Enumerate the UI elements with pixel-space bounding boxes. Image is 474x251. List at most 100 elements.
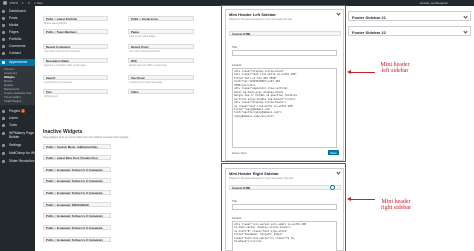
widget-description: A list of your site's Pages.	[129, 35, 157, 38]
widget-rss[interactable]: RSS	[128, 58, 194, 63]
footer-sidebar-21-panel[interactable]: Footer Sidebar 21	[348, 11, 471, 21]
menu-label: Appearance	[9, 60, 28, 64]
new-content-link[interactable]: + New	[34, 1, 43, 5]
widget-recent-posts[interactable]: Recent Posts	[128, 44, 194, 49]
widget-description: Your site's most recent Posts.	[129, 50, 161, 53]
menu-label: Contact	[9, 51, 21, 55]
menu-label: Settings	[9, 143, 22, 147]
menu-comments[interactable]: Comments	[0, 43, 35, 49]
annotation-arrow-head	[347, 197, 351, 201]
menu-settings[interactable]: Settings	[0, 142, 35, 148]
menu-plugins[interactable]: Plugins 1	[0, 108, 35, 114]
mail-icon	[2, 51, 5, 55]
menu-wpbakery[interactable]: WPBakery Page Builder	[0, 130, 35, 140]
inactive-widget[interactable]: PoRo :: Instagram: Follow Us @ Instagram	[43, 190, 111, 195]
pin-icon	[2, 16, 5, 20]
menu-contact[interactable]: Contact	[0, 50, 35, 56]
menu-label: Comments	[9, 44, 26, 48]
annotation-right-sidebar: Mini header right sidebar	[380, 199, 412, 211]
media-icon	[2, 23, 5, 27]
widget-description: Your site's most recent comments.	[44, 50, 81, 53]
menu-label: Pages	[9, 30, 19, 34]
menu-label: Media	[9, 23, 19, 27]
menu-label: Dashboard	[9, 9, 26, 13]
widget-video[interactable]: Video	[128, 89, 194, 94]
inactive-widget[interactable]: PoRo :: Instagram: Follow Us @ Instagram	[43, 213, 111, 218]
tools-icon	[2, 123, 5, 127]
annotation-arrow-line	[349, 199, 375, 200]
slider-icon	[2, 159, 5, 163]
right-sidebar-highlight-box	[221, 163, 346, 251]
footer-sidebar-22-panel[interactable]: Footer Sidebar 22	[348, 26, 471, 36]
widget-description: Displays a revolution slider on the page	[44, 64, 86, 67]
inactive-widget[interactable]: PoRo :: Instagram: Follow Us @ Instagram	[43, 178, 111, 183]
menu-posts[interactable]: Posts	[0, 15, 35, 21]
inactive-widget[interactable]: PoRo :: Instagram: Follow Us @ Instagram	[43, 237, 111, 242]
widget-description: A cloud of your most used tags.	[129, 81, 163, 84]
menu-media[interactable]: Media	[0, 22, 35, 28]
panel-title[interactable]: Footer Sidebar 21	[352, 15, 386, 20]
brush-icon	[2, 60, 5, 64]
menu-label: Tools	[9, 123, 17, 127]
widget-latest-portfolio[interactable]: PoRo :: Latest Portfolio	[43, 16, 108, 21]
widget-search[interactable]: Search	[43, 75, 108, 80]
widget-description: Arbitrary text.	[44, 95, 59, 98]
portfolio-icon	[2, 37, 5, 41]
menu-appearance[interactable]: Appearance	[0, 59, 35, 66]
mailchimp-icon	[2, 151, 5, 155]
page-icon	[2, 30, 5, 34]
widget-recent-comments[interactable]: Recent Comments	[43, 44, 108, 49]
annotation-arrow-head	[347, 70, 351, 74]
menu-tools[interactable]: Tools	[0, 122, 35, 128]
wordpress-logo-icon[interactable]	[3, 1, 7, 5]
chevron-down-icon[interactable]	[463, 29, 468, 34]
inactive-widget[interactable]: PoRo :: Instagram: Follow Us @ Instagram	[43, 225, 111, 230]
builder-icon	[2, 131, 5, 135]
comments-count[interactable]: 0	[28, 1, 30, 5]
chevron-down-icon[interactable]	[463, 14, 468, 19]
widget-revolution-slider[interactable]: Revolution Slider	[43, 58, 108, 63]
widget-pages[interactable]: Pages	[128, 29, 194, 34]
site-name-link[interactable]: PSTO	[10, 1, 18, 5]
annotation-left-sidebar: Mini header left sidebar	[380, 62, 410, 74]
menu-dashboard[interactable]: Dashboard	[0, 8, 35, 14]
menu-pages[interactable]: Pages	[0, 29, 35, 35]
menu-users[interactable]: Users	[0, 115, 35, 121]
submenu-install-plugins[interactable]: Install Plugins	[4, 99, 21, 103]
widget-description: A search form for your site.	[44, 81, 73, 84]
howdy-user[interactable]: Howdy, wp-Benjamin	[420, 1, 448, 5]
menu-label: Slider Revolution	[9, 159, 35, 163]
settings-icon	[2, 143, 5, 147]
inactive-widgets-desc: Drag widgets here to remove them from th…	[43, 136, 130, 139]
users-icon	[2, 116, 5, 120]
left-sidebar-highlight-box	[221, 5, 346, 162]
widget-team-members[interactable]: PoRo :: Team Members	[43, 29, 108, 34]
inactive-widget[interactable]: PoRo :: Instagram: Follow Us @ Instagram	[43, 167, 111, 172]
appearance-submenu: Themes Customize Widgets Menus Header Ba…	[0, 66, 35, 105]
widget-description: Entries from any RSS or Atom feed.	[129, 64, 167, 67]
admin-sidebar: Dashboard Posts Media Pages Portfolio Co…	[0, 6, 37, 251]
menu-label: Posts	[9, 16, 18, 20]
plugins-badge: 1	[21, 109, 25, 113]
plugin-icon	[2, 109, 5, 113]
inactive-widget[interactable]: PoRo :: Latest Blog Post: Popular Post	[43, 155, 111, 160]
inactive-widgets-title: Inactive Widgets	[43, 129, 83, 135]
widget-social-icons[interactable]: PoRo :: Social Icons	[128, 16, 194, 21]
widget-text[interactable]: Text	[43, 89, 108, 94]
menu-label: Portfolio	[9, 37, 22, 41]
inactive-widget[interactable]: PoRo :: Custom Menu: Additional links	[43, 144, 111, 149]
menu-slider-revolution[interactable]: Slider Revolution	[0, 158, 35, 164]
annotation-arrow-line	[349, 72, 375, 73]
inactive-widget[interactable]: PoRo :: Instagram: INSTAGRAM	[43, 202, 111, 207]
updates-count[interactable]: 1	[22, 1, 24, 5]
comment-icon	[2, 44, 5, 48]
menu-label: Users	[9, 116, 18, 120]
menu-label: MailChimp for WP	[9, 151, 37, 155]
menu-portfolio[interactable]: Portfolio	[0, 36, 35, 42]
menu-label: Plugins	[9, 109, 21, 113]
menu-mailchimp[interactable]: MailChimp for WP	[0, 150, 37, 156]
widget-tag-cloud[interactable]: Tag Cloud	[128, 75, 194, 80]
panel-title[interactable]: Footer Sidebar 22	[352, 30, 386, 35]
widget-description: Shows latest portfolio	[44, 22, 67, 25]
menu-label: WPBakery Page Builder	[9, 131, 34, 139]
